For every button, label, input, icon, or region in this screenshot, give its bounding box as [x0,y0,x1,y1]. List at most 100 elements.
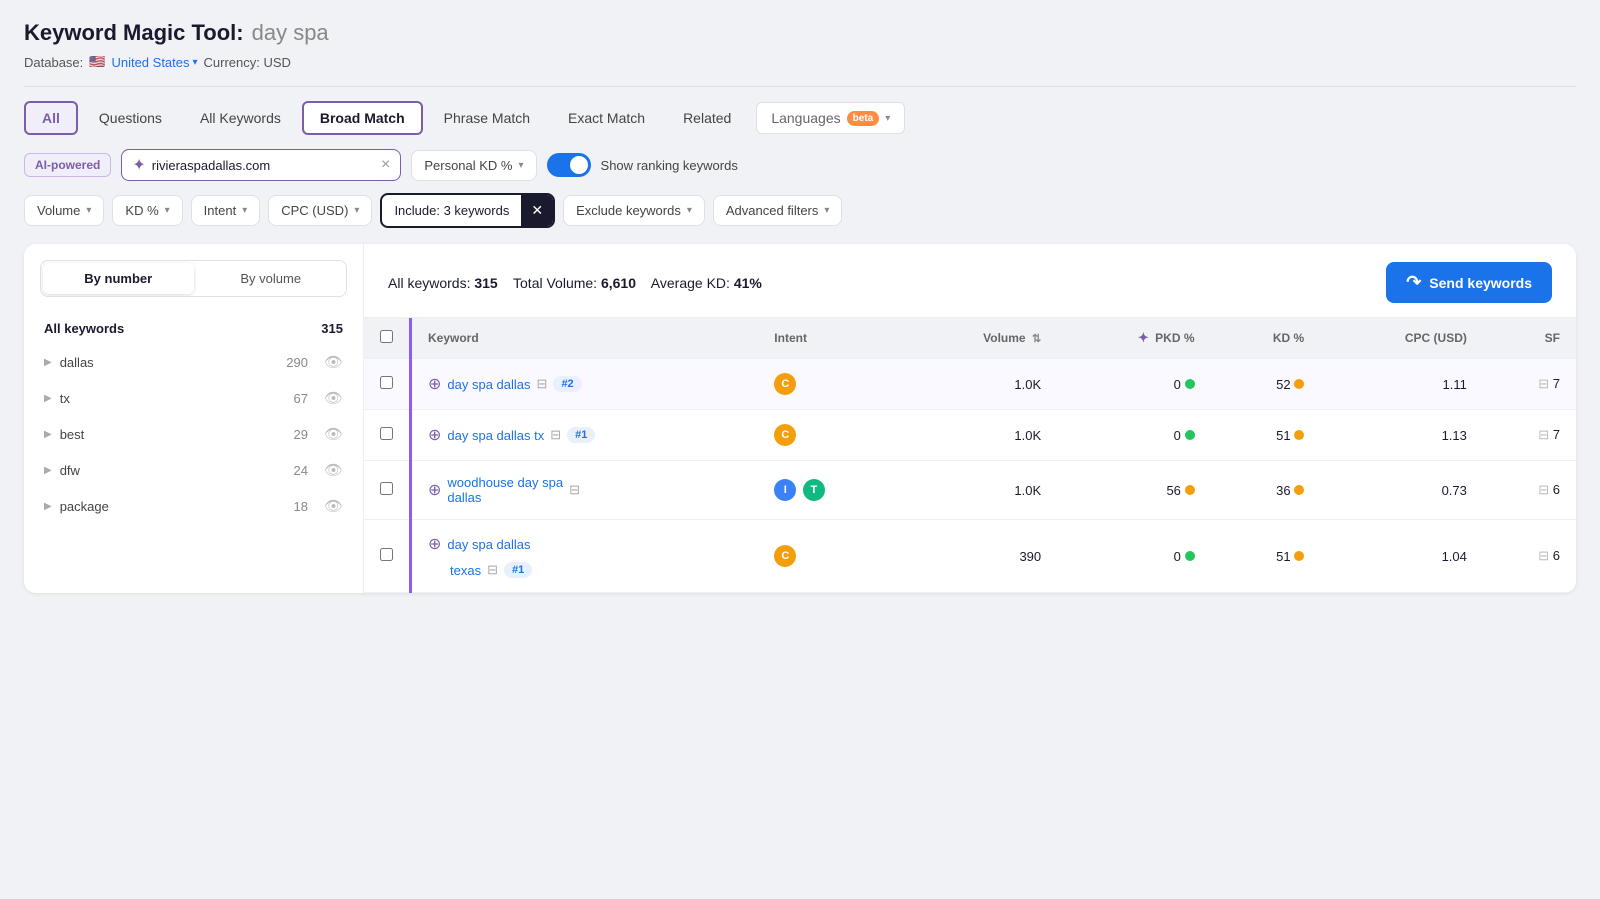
add-keyword-icon[interactable]: ⊕ [428,480,441,500]
eye-icon[interactable]: 👁 [324,425,343,443]
clear-include-filter-button[interactable]: ✕ [521,195,553,226]
tab-all[interactable]: All [24,101,78,135]
url-input-wrap[interactable]: ✦ × [121,149,401,181]
sidebar-item-label: dallas [60,355,279,370]
add-keyword-icon[interactable]: ⊕ [428,374,441,394]
chevron-right-icon: ▶ [44,465,52,476]
tab-phrase-match[interactable]: Phrase Match [427,102,547,134]
add-keyword-icon[interactable]: ⊕ [428,425,441,445]
sidebar-item-package[interactable]: ▶ package 18 👁 [24,488,363,524]
tab-exact-match[interactable]: Exact Match [551,102,662,134]
main-content: By number By volume All keywords 315 ▶ d… [24,244,1576,593]
keyword-text[interactable]: day spa dallas [447,537,530,552]
sidebar-item-label: best [60,427,286,442]
flag-icon: 🇺🇸 [89,54,105,70]
sidebar-all-count: 315 [321,321,343,336]
kd-cell: 52 [1211,359,1321,410]
sidebar-item-tx[interactable]: ▶ tx 67 👁 [24,380,363,416]
sidebar-item-dfw[interactable]: ▶ dfw 24 👁 [24,452,363,488]
filters-row-2: Volume ▾ KD % ▾ Intent ▾ CPC (USD) ▾ Inc… [24,193,1576,228]
sidebar-item-count: 67 [293,391,307,406]
cpc-cell: 1.11 [1320,359,1483,410]
intent-filter[interactable]: Intent ▾ [191,195,261,226]
sparkle-icon: ✦ [132,155,145,175]
database-selector[interactable]: United States ▾ [111,55,197,70]
add-keyword-icon[interactable]: ⊕ [428,534,441,554]
tab-broad-match[interactable]: Broad Match [302,101,423,135]
kd-cell: 51 [1211,410,1321,461]
sidebar-by-volume-btn[interactable]: By volume [196,261,347,296]
keyword-text[interactable]: day spa dallas [447,377,530,392]
keyword-cell: ⊕ woodhouse day spadallas ⊟ [411,461,759,520]
eye-icon[interactable]: 👁 [324,461,343,479]
table-header-row: Keyword Intent Volume ⇅ ✦ PKD % KD % CPC… [364,318,1576,359]
volume-filter[interactable]: Volume ▾ [24,195,104,226]
chevron-down-icon: ▾ [519,160,524,171]
header-divider [24,86,1576,87]
table-row: ⊕ day spa dallas tx ⊟ #1 C 1.0K 0 [364,410,1576,461]
kd-dot [1294,551,1304,561]
kd-dot [1294,485,1304,495]
cpc-cell: 1.13 [1320,410,1483,461]
personal-kd-dropdown[interactable]: Personal KD % ▾ [411,150,536,181]
table-serp-icon[interactable]: ⊟ [550,427,561,443]
row-checkbox-cell [364,410,411,461]
pkd-cell: 56 [1057,461,1210,520]
sidebar-item-best[interactable]: ▶ best 29 👁 [24,416,363,452]
show-ranking-toggle-wrap: Show ranking keywords [547,153,738,177]
row-checkbox-cell [364,520,411,593]
rank-badge: #1 [504,562,532,578]
show-ranking-toggle[interactable] [547,153,591,177]
show-ranking-label: Show ranking keywords [601,158,738,173]
table-row: ⊕ day spa dallas texas ⊟ #1 [364,520,1576,593]
sidebar-item-dallas[interactable]: ▶ dallas 290 👁 [24,344,363,380]
eye-icon[interactable]: 👁 [324,389,343,407]
sidebar-all-row: All keywords 315 [24,313,363,344]
row-checkbox[interactable] [380,548,393,561]
th-volume[interactable]: Volume ⇅ [901,318,1057,359]
keyword-suffix[interactable]: texas [450,563,481,578]
tab-questions[interactable]: Questions [82,102,179,134]
languages-button[interactable]: Languages beta ▾ [756,102,905,134]
kd-filter[interactable]: KD % ▾ [112,195,182,226]
pkd-cell: 0 [1057,359,1210,410]
tab-all-keywords[interactable]: All Keywords [183,102,298,134]
eye-icon[interactable]: 👁 [324,497,343,515]
pkd-cell: 0 [1057,410,1210,461]
chevron-down-icon: ▾ [354,205,359,216]
intent-cell: I T [758,461,901,520]
row-checkbox[interactable] [380,427,393,440]
stats-row: All keywords: 315 Total Volume: 6,610 Av… [364,244,1576,318]
sf-icon: ⊟ [1538,548,1549,563]
chevron-down-icon: ▾ [687,205,692,216]
kd-cell: 51 [1211,520,1321,593]
intent-badge: C [774,545,796,567]
row-checkbox[interactable] [380,376,393,389]
eye-icon[interactable]: 👁 [324,353,343,371]
table-serp-icon[interactable]: ⊟ [537,376,548,392]
sidebar-by-number-btn[interactable]: By number [43,263,194,294]
row-checkbox[interactable] [380,482,393,495]
advanced-filters-button[interactable]: Advanced filters ▾ [713,195,843,226]
keyword-text[interactable]: woodhouse day spadallas [447,475,563,505]
keyword-cell: ⊕ day spa dallas ⊟ #2 [411,359,759,410]
sparkle-icon: ✦ [1138,330,1149,345]
select-all-checkbox[interactable] [380,330,393,343]
kd-dot [1294,430,1304,440]
sf-icon: ⊟ [1538,482,1549,497]
exclude-keywords-filter[interactable]: Exclude keywords ▾ [563,195,705,226]
sort-icon: ⇅ [1032,333,1041,345]
keyword-text[interactable]: day spa dallas tx [447,428,544,443]
table-serp-icon[interactable]: ⊟ [487,562,498,578]
clear-url-button[interactable]: × [381,156,390,174]
kd-dot [1294,379,1304,389]
url-input[interactable] [152,158,375,173]
send-keywords-button[interactable]: ↷ Send keywords [1386,262,1552,303]
cpc-filter[interactable]: CPC (USD) ▾ [268,195,372,226]
currency-label: Currency: USD [204,55,291,70]
row-checkbox-cell [364,359,411,410]
table-serp-icon[interactable]: ⊟ [569,482,580,498]
tab-related[interactable]: Related [666,102,748,134]
sf-cell: ⊟ 6 [1483,520,1576,593]
keyword-cell: ⊕ day spa dallas texas ⊟ #1 [411,520,759,593]
